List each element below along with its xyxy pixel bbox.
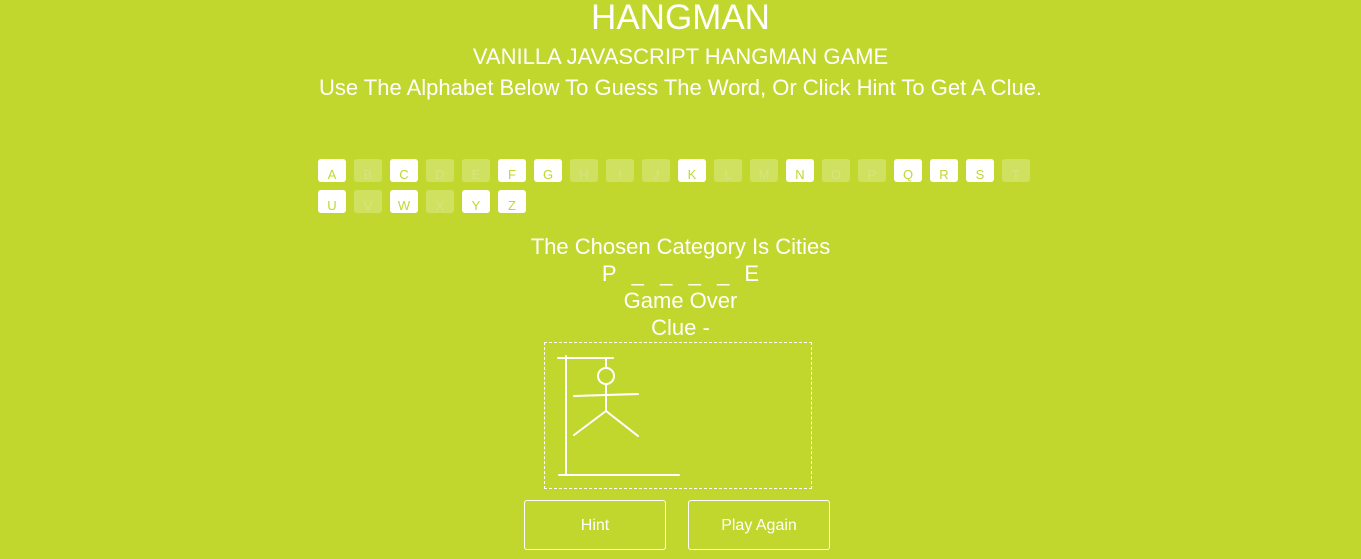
letter-button-l: L — [714, 159, 742, 182]
hangman-arms — [573, 393, 639, 397]
letter-button-d: D — [426, 159, 454, 182]
letter-button-u[interactable]: U — [318, 190, 346, 213]
letter-button-n[interactable]: N — [786, 159, 814, 182]
letter-button-r[interactable]: R — [930, 159, 958, 182]
letter-button-k[interactable]: K — [678, 159, 706, 182]
letter-button-s[interactable]: S — [966, 159, 994, 182]
hangman-left-leg — [573, 410, 607, 436]
letter-button-h: H — [570, 159, 598, 182]
letter-button-x: X — [426, 190, 454, 213]
game-status: Game Over — [623, 288, 738, 313]
word-slot: _ — [660, 261, 673, 286]
letter-button-t: T — [1002, 159, 1030, 182]
letter-button-f[interactable]: F — [498, 159, 526, 182]
word-slot: _ — [631, 261, 644, 286]
instructions-text: Use The Alphabet Below To Guess The Word… — [318, 75, 1043, 100]
letter-button-c[interactable]: C — [390, 159, 418, 182]
letter-button-o: O — [822, 159, 850, 182]
alphabet-buttons: ABCDEFGHIJKLMNOPQRST UVWXYZ — [318, 159, 1048, 221]
word-slot: E — [744, 261, 760, 286]
hangman-drawing — [557, 355, 680, 476]
hangman-right-leg — [605, 410, 639, 437]
play-again-button[interactable]: Play Again — [688, 500, 830, 550]
letter-button-p: P — [858, 159, 886, 182]
letter-button-g[interactable]: G — [534, 159, 562, 182]
letter-button-m: M — [750, 159, 778, 182]
word-slot: _ — [717, 261, 730, 286]
word-slots: P _ _ _ _ E — [0, 261, 1361, 287]
category-text: The Chosen Category Is Cities — [530, 234, 831, 259]
letter-button-a[interactable]: A — [318, 159, 346, 182]
hangman-canvas — [544, 342, 812, 489]
letter-button-i: I — [606, 159, 634, 182]
page-subtitle: VANILLA JAVASCRIPT HANGMAN GAME — [472, 44, 889, 69]
hangman-head — [597, 367, 615, 385]
letter-button-q[interactable]: Q — [894, 159, 922, 182]
letter-button-w[interactable]: W — [390, 190, 418, 213]
word-slot: P — [601, 261, 617, 286]
letter-button-e: E — [462, 159, 490, 182]
hint-button[interactable]: Hint — [524, 500, 666, 550]
clue-text: Clue - — [651, 315, 710, 340]
word-slot: _ — [688, 261, 701, 286]
letter-button-v: V — [354, 190, 382, 213]
letter-button-z[interactable]: Z — [498, 190, 526, 213]
hangman-page: HANGMAN VANILLA JAVASCRIPT HANGMAN GAME … — [0, 0, 1361, 559]
page-title: HANGMAN — [591, 0, 770, 37]
letter-button-y[interactable]: Y — [462, 190, 490, 213]
letter-button-b: B — [354, 159, 382, 182]
letter-button-j: J — [642, 159, 670, 182]
